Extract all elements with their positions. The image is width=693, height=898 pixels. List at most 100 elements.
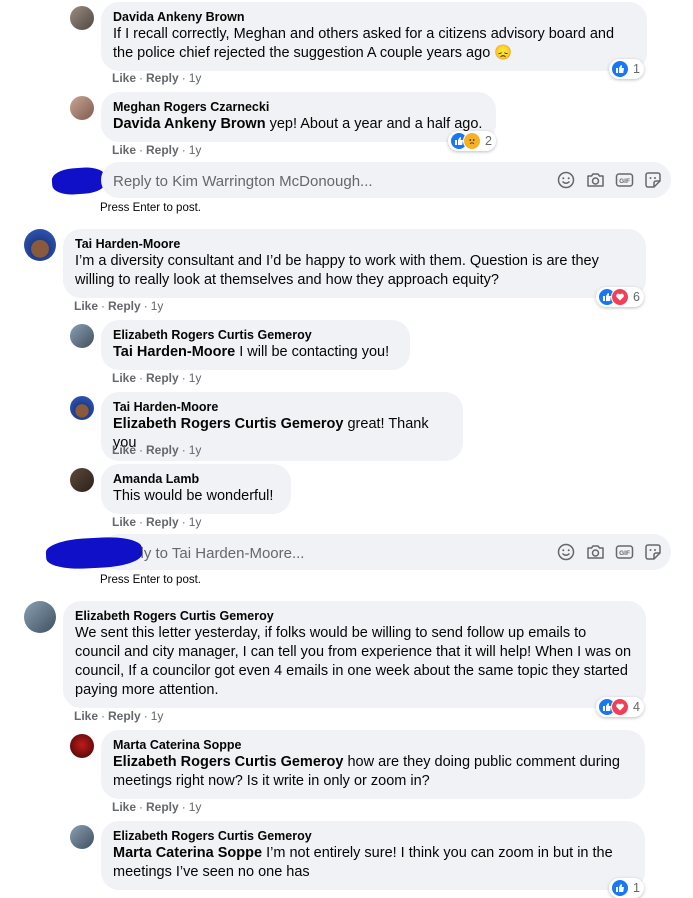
avatar[interactable] (70, 468, 94, 492)
reply-button[interactable]: Reply (146, 371, 179, 385)
comment-text: Davida Ankeny Brown yep! About a year an… (113, 116, 483, 132)
reply-box-icons: GIF (556, 541, 663, 563)
avatar[interactable] (70, 324, 94, 348)
timestamp[interactable]: 1y (189, 143, 202, 157)
comment-actions: Like · Reply · 1y (74, 299, 164, 313)
sad-reaction-icon (463, 132, 481, 150)
timestamp[interactable]: 1y (151, 299, 164, 313)
camera-icon[interactable] (585, 541, 605, 563)
timestamp[interactable]: 1y (189, 371, 202, 385)
comment-actions: Like · Reply · 1y (112, 800, 202, 814)
gif-icon[interactable]: GIF (614, 541, 634, 563)
comment-bubble: Amanda Lamb This would be wonderful! (101, 464, 291, 514)
reaction-count[interactable]: 1 (609, 59, 644, 79)
comment-bubble: Elizabeth Rogers Curtis Gemeroy Marta Ca… (101, 821, 645, 890)
comment-text: We sent this letter yesterday, if folks … (75, 625, 632, 698)
avatar[interactable] (24, 601, 56, 633)
comment-author[interactable]: Marta Caterina Soppe (113, 737, 633, 753)
comment-actions: Like · Reply · 1y (112, 443, 202, 457)
reply-button[interactable]: Reply (108, 299, 141, 313)
timestamp[interactable]: 1y (189, 443, 202, 457)
mention-link[interactable]: Elizabeth Rogers Curtis Gemeroy (113, 754, 343, 770)
svg-text:GIF: GIF (619, 550, 630, 557)
gif-icon[interactable]: GIF (614, 169, 634, 191)
sticker-icon[interactable] (643, 541, 663, 563)
avatar[interactable] (70, 6, 94, 30)
comment-bubble: Meghan Rogers Czarnecki Davida Ankeny Br… (101, 92, 496, 142)
mention-link[interactable]: Tai Harden-Moore (113, 344, 235, 360)
comment-text: Tai Harden-Moore I will be contacting yo… (113, 344, 390, 360)
comment-text: Marta Caterina Soppe I’m not entirely su… (113, 845, 613, 880)
comment-text: If I recall correctly, Meghan and others… (113, 26, 615, 61)
comment-author[interactable]: Amanda Lamb (113, 471, 279, 487)
comment-actions: Like · Reply · 1y (112, 71, 202, 85)
like-button[interactable]: Like (112, 143, 136, 157)
reply-input[interactable] (111, 534, 535, 572)
like-reaction-icon (611, 60, 629, 78)
sticker-icon[interactable] (643, 169, 663, 191)
comment-author[interactable]: Elizabeth Rogers Curtis Gemeroy (113, 327, 398, 343)
press-enter-hint: Press Enter to post. (100, 202, 201, 214)
comment-author[interactable]: Davida Ankeny Brown (113, 9, 635, 25)
love-reaction-icon (611, 698, 629, 716)
comment-actions: Like · Reply · 1y (112, 515, 202, 529)
avatar[interactable] (24, 229, 56, 261)
emoji-icon[interactable] (556, 169, 576, 191)
reply-button[interactable]: Reply (146, 515, 179, 529)
reply-box: GIF (101, 534, 671, 572)
reply-box-icons: GIF (556, 169, 663, 191)
redaction-scribble (51, 166, 107, 196)
like-reaction-icon (611, 879, 629, 897)
reaction-count[interactable]: 6 (596, 287, 644, 307)
mention-link[interactable]: Elizabeth Rogers Curtis Gemeroy (113, 416, 343, 432)
comment-author[interactable]: Tai Harden-Moore (113, 399, 451, 415)
comment-bubble: Marta Caterina Soppe Elizabeth Rogers Cu… (101, 730, 645, 799)
like-button[interactable]: Like (112, 371, 136, 385)
comment-text: This would be wonderful! (113, 488, 274, 504)
comment-author[interactable]: Tai Harden-Moore (75, 236, 634, 252)
like-button[interactable]: Like (112, 443, 136, 457)
reaction-count[interactable]: 1 (609, 878, 644, 898)
press-enter-hint: Press Enter to post. (100, 574, 201, 586)
avatar[interactable] (70, 396, 94, 420)
reply-input[interactable] (111, 162, 535, 200)
reply-button[interactable]: Reply (146, 443, 179, 457)
comment-text: I’m a diversity consultant and I’d be ha… (75, 253, 599, 288)
comment-author[interactable]: Elizabeth Rogers Curtis Gemeroy (113, 828, 633, 844)
mention-link[interactable]: Davida Ankeny Brown (113, 116, 266, 132)
comment-bubble: Elizabeth Rogers Curtis Gemeroy We sent … (63, 601, 646, 708)
camera-icon[interactable] (585, 169, 605, 191)
reply-button[interactable]: Reply (146, 800, 179, 814)
like-button[interactable]: Like (112, 800, 136, 814)
comment-author[interactable]: Elizabeth Rogers Curtis Gemeroy (75, 608, 634, 624)
timestamp[interactable]: 1y (151, 709, 164, 723)
comment-actions: Like · Reply · 1y (74, 709, 164, 723)
comment-text: Elizabeth Rogers Curtis Gemeroy how are … (113, 754, 620, 789)
reply-button[interactable]: Reply (146, 143, 179, 157)
timestamp[interactable]: 1y (189, 71, 202, 85)
svg-text:GIF: GIF (619, 178, 630, 185)
timestamp[interactable]: 1y (189, 800, 202, 814)
like-button[interactable]: Like (112, 71, 136, 85)
timestamp[interactable]: 1y (189, 515, 202, 529)
comment-actions: Like · Reply · 1y (112, 143, 202, 157)
like-button[interactable]: Like (74, 709, 98, 723)
comment-bubble: Davida Ankeny Brown If I recall correctl… (101, 2, 647, 71)
reaction-count[interactable]: 4 (596, 697, 644, 717)
like-button[interactable]: Like (74, 299, 98, 313)
avatar[interactable] (70, 825, 94, 849)
reaction-count[interactable]: 2 (448, 131, 496, 151)
comment-bubble: Tai Harden-Moore I’m a diversity consult… (63, 229, 646, 298)
reply-box: GIF (101, 162, 671, 200)
reply-button[interactable]: Reply (146, 71, 179, 85)
avatar[interactable] (70, 734, 94, 758)
comment-author[interactable]: Meghan Rogers Czarnecki (113, 99, 484, 115)
avatar[interactable] (70, 96, 94, 120)
emoji-icon[interactable] (556, 541, 576, 563)
mention-link[interactable]: Marta Caterina Soppe (113, 845, 262, 861)
comment-bubble: Elizabeth Rogers Curtis Gemeroy Tai Hard… (101, 320, 410, 370)
comment-actions: Like · Reply · 1y (112, 371, 202, 385)
reply-button[interactable]: Reply (108, 709, 141, 723)
love-reaction-icon (611, 288, 629, 306)
like-button[interactable]: Like (112, 515, 136, 529)
